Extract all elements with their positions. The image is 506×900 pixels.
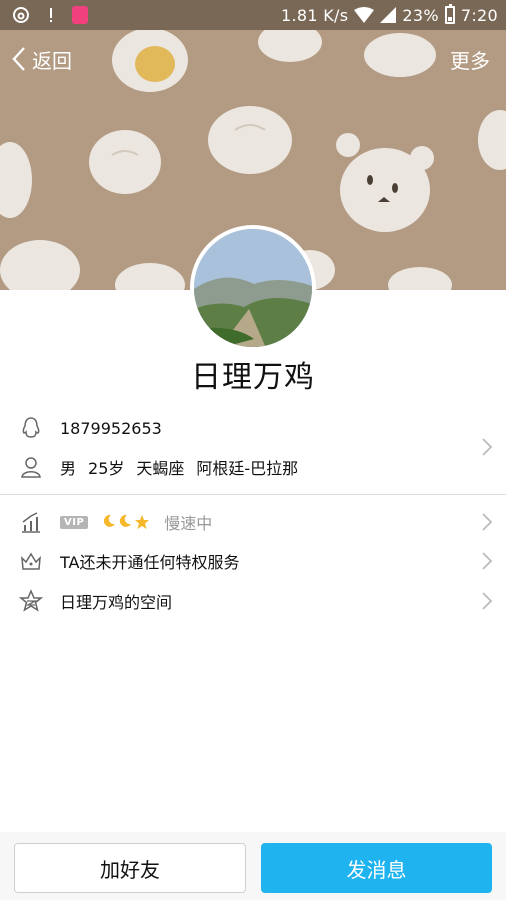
title-bar: 返回 更多 bbox=[0, 30, 506, 88]
chevron-left-icon bbox=[12, 47, 25, 71]
privilege-label: TA还未开通任何特权服务 bbox=[60, 553, 240, 572]
divider bbox=[0, 494, 506, 495]
more-button[interactable]: 更多 bbox=[450, 45, 506, 74]
moon-icon bbox=[120, 514, 132, 527]
shopping-bag-icon bbox=[72, 6, 88, 24]
zodiac: 天蝎座 bbox=[136, 459, 185, 478]
status-bar: 1.81 K/s 23% 7:20 bbox=[0, 0, 506, 30]
avatar[interactable] bbox=[190, 225, 316, 351]
vip-badge: VIP bbox=[60, 515, 89, 529]
add-friend-button[interactable]: 加好友 bbox=[14, 843, 246, 893]
penguin-icon bbox=[18, 415, 44, 441]
chevron-right-icon bbox=[482, 552, 493, 570]
person-icon bbox=[18, 454, 44, 480]
alert-icon bbox=[42, 6, 60, 24]
battery-icon bbox=[444, 4, 455, 24]
chevron-right-icon bbox=[482, 513, 493, 531]
space-label: 日理万鸡的空间 bbox=[60, 593, 173, 612]
clock: 7:20 bbox=[460, 5, 498, 25]
chevron-right-icon bbox=[482, 592, 493, 610]
gender: 男 bbox=[60, 459, 77, 478]
qq-number-row[interactable]: 1879952653 bbox=[0, 408, 506, 448]
network-speed: 1.81 K/s bbox=[281, 5, 349, 25]
privilege-row[interactable]: TA还未开通任何特权服务 bbox=[0, 541, 506, 581]
personal-info-row[interactable]: 男 25岁 天蝎座 阿根廷-巴拉那 bbox=[0, 447, 506, 487]
bottom-action-bar: 加好友 发消息 bbox=[0, 832, 506, 900]
age: 25岁 bbox=[88, 459, 125, 478]
level-icons bbox=[102, 514, 150, 530]
battery-percent: 23% bbox=[402, 5, 439, 25]
level-row[interactable]: VIP 慢速中 bbox=[0, 502, 506, 542]
back-label: 返回 bbox=[32, 48, 72, 73]
signal-icon bbox=[380, 7, 397, 23]
location: 阿根廷-巴拉那 bbox=[196, 459, 299, 478]
chevron-right-icon bbox=[482, 438, 493, 456]
qzone-star-icon bbox=[18, 588, 44, 614]
avatar-landscape-image bbox=[194, 229, 312, 347]
chart-up-icon bbox=[18, 509, 44, 535]
profile-screen: 1.81 K/s 23% 7:20 返回 更多 日理万鸡 1879952653 … bbox=[0, 0, 506, 900]
star-icon bbox=[135, 515, 150, 529]
back-button[interactable]: 返回 bbox=[0, 45, 72, 74]
wifi-icon bbox=[354, 7, 375, 23]
profile-name: 日理万鸡 bbox=[191, 360, 315, 395]
crown-icon bbox=[18, 548, 44, 574]
space-row[interactable]: 日理万鸡的空间 bbox=[0, 581, 506, 621]
send-message-button[interactable]: 发消息 bbox=[261, 843, 492, 893]
netease-icon bbox=[12, 6, 30, 24]
speed-status: 慢速中 bbox=[164, 514, 213, 533]
qq-number: 1879952653 bbox=[60, 418, 162, 438]
moon-icon bbox=[104, 514, 116, 527]
